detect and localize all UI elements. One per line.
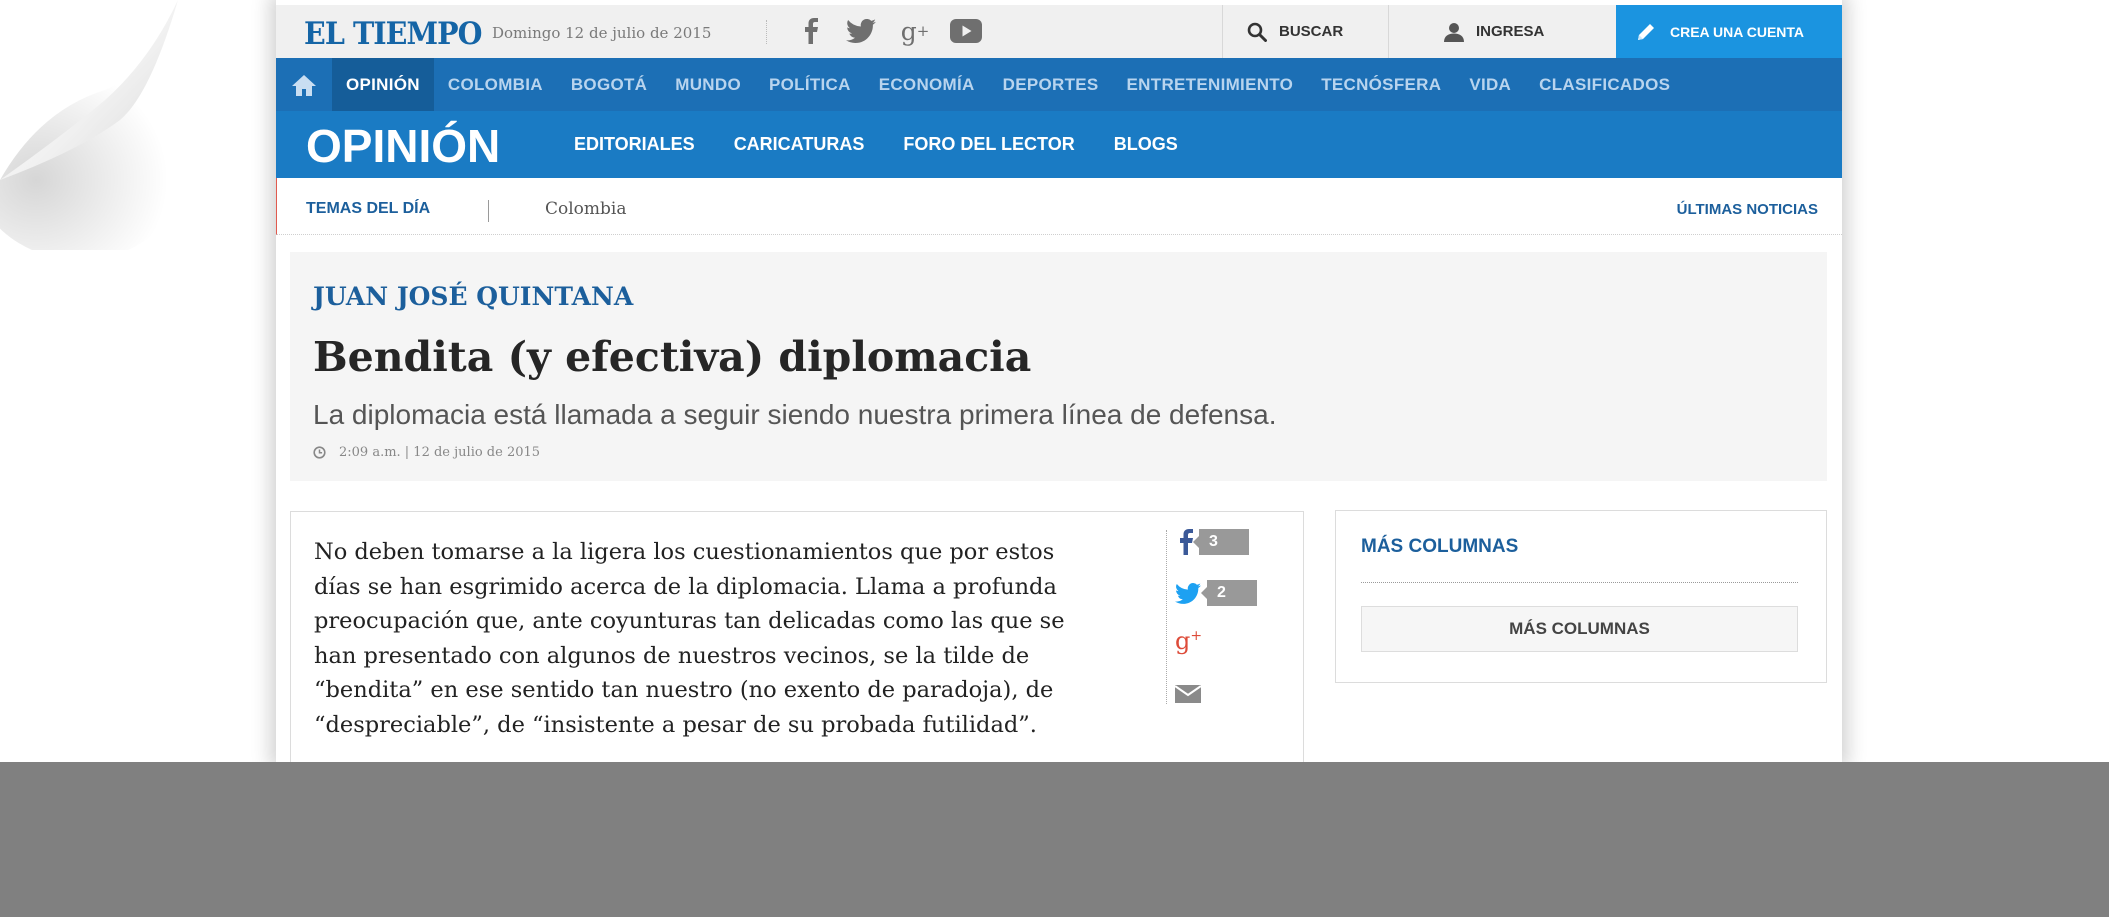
youtube-icon[interactable]: [948, 16, 984, 46]
google-plus-icon[interactable]: g +: [898, 16, 932, 46]
main-nav: OPINIÓN COLOMBIA BOGOTÁ MUNDO POLÍTICA E…: [276, 58, 1842, 111]
nav-item-opinion[interactable]: OPINIÓN: [332, 58, 434, 111]
paragraph-line: No deben tomarse a la ligera los cuestio…: [314, 539, 1055, 565]
pencil-icon: [1638, 23, 1654, 40]
divider: [488, 200, 489, 222]
create-account-label: CREA UNA CUENTA: [1670, 23, 1805, 40]
nav-item-tecnosfera[interactable]: TECNÓSFERA: [1307, 58, 1455, 111]
paragraph-line: han presentado con algunos de nuestros v…: [314, 642, 1030, 669]
clock-icon: [313, 446, 326, 459]
article-headline: Bendita (y efectiva) diplomacia: [313, 333, 1032, 381]
section-item-editoriales[interactable]: EDITORIALES: [574, 134, 695, 155]
create-account-button[interactable]: CREA UNA CUENTA: [1616, 5, 1842, 58]
section-title[interactable]: OPINIÓN: [306, 119, 500, 173]
divider: [1361, 582, 1798, 583]
google-plus-icon: g+: [1175, 627, 1203, 655]
user-icon: [1444, 22, 1464, 42]
nav-item-entretenimiento[interactable]: ENTRETENIMIENTO: [1113, 58, 1308, 111]
nav-item-bogota[interactable]: BOGOTÁ: [557, 58, 661, 111]
twitter-icon[interactable]: [844, 16, 878, 46]
google-plus-share-button[interactable]: g+: [1175, 627, 1202, 655]
current-date: Domingo 12 de julio de 2015: [492, 24, 712, 42]
twitter-share-button[interactable]: 2: [1175, 580, 1257, 606]
article-body: No deben tomarse a la ligera los cuestio…: [290, 511, 1304, 762]
twitter-icon: [1175, 582, 1201, 604]
facebook-icon[interactable]: [798, 16, 824, 46]
facebook-share-count: 3: [1193, 529, 1249, 555]
nav-item-economia[interactable]: ECONOMÍA: [865, 58, 989, 111]
grey-overlay: [0, 762, 2109, 917]
topics-label: TEMAS DEL DÍA: [306, 200, 431, 217]
nav-item-deportes[interactable]: DEPORTES: [989, 58, 1113, 111]
page-curl-decoration: [0, 0, 190, 250]
nav-item-mundo[interactable]: MUNDO: [661, 58, 755, 111]
author-name[interactable]: JUAN JOSÉ QUINTANA: [313, 282, 633, 311]
nav-item-colombia[interactable]: COLOMBIA: [434, 58, 557, 111]
search-label: BUSCAR: [1279, 23, 1344, 40]
top-bar: EL TIEMPO Domingo 12 de julio de 2015 g +…: [276, 5, 1842, 58]
paragraph-line: preocupación que, ante coyunturas tan de…: [314, 608, 1065, 634]
article-subtitle: La diplomacia está llamada a seguir sien…: [313, 399, 1277, 430]
article-text: No deben tomarse a la ligera los cuestio…: [314, 535, 1134, 742]
nav-item-clasificados[interactable]: CLASIFICADOS: [1525, 58, 1684, 111]
latest-news-link[interactable]: ÚLTIMAS NOTICIAS: [1677, 201, 1818, 218]
facebook-share-button[interactable]: 3: [1179, 529, 1249, 555]
site-logo[interactable]: EL TIEMPO: [304, 16, 483, 52]
paragraph-line: “despreciable”, de “insistente a pesar d…: [314, 711, 1037, 738]
login-label: INGRESA: [1476, 23, 1545, 40]
more-columns-title: MÁS COLUMNAS: [1361, 536, 1519, 557]
section-item-foro-del-lector[interactable]: FORO DEL LECTOR: [903, 134, 1074, 155]
section-item-caricaturas[interactable]: CARICATURAS: [734, 134, 865, 155]
more-columns-panel: MÁS COLUMNAS MÁS COLUMNAS: [1335, 510, 1827, 683]
page-container: EL TIEMPO Domingo 12 de julio de 2015 g +…: [276, 0, 1842, 762]
topic-link[interactable]: Colombia: [545, 199, 627, 219]
facebook-icon: [1180, 529, 1193, 555]
login-button[interactable]: INGRESA: [1388, 5, 1616, 58]
divider: [766, 20, 767, 44]
section-bar: OPINIÓN EDITORIALES CARICATURAS FORO DEL…: [276, 111, 1842, 178]
paragraph-line: “bendita” en ese sentido tan nuestro (no…: [314, 677, 1054, 703]
more-columns-button[interactable]: MÁS COLUMNAS: [1361, 606, 1798, 652]
twitter-share-count: 2: [1201, 580, 1257, 606]
email-share-button[interactable]: [1175, 685, 1201, 703]
share-divider: [1166, 530, 1168, 704]
search-button[interactable]: BUSCAR: [1222, 5, 1382, 58]
article-timestamp: 2:09 a.m. | 12 de julio de 2015: [313, 445, 540, 460]
topics-bar: TEMAS DEL DÍA Colombia ÚLTIMAS NOTICIAS: [276, 178, 1842, 235]
timestamp-text: 2:09 a.m. | 12 de julio de 2015: [339, 445, 541, 460]
nav-item-vida[interactable]: VIDA: [1455, 58, 1525, 111]
home-icon: [292, 74, 316, 96]
paragraph-line: días se han esgrimido acerca de la diplo…: [314, 573, 1057, 600]
nav-item-politica[interactable]: POLÍTICA: [755, 58, 865, 111]
section-item-blogs[interactable]: BLOGS: [1114, 134, 1178, 155]
home-button[interactable]: [276, 58, 332, 111]
email-icon: [1175, 685, 1201, 703]
search-icon: [1247, 22, 1267, 42]
article-header: JUAN JOSÉ QUINTANA Bendita (y efectiva) …: [290, 252, 1827, 481]
